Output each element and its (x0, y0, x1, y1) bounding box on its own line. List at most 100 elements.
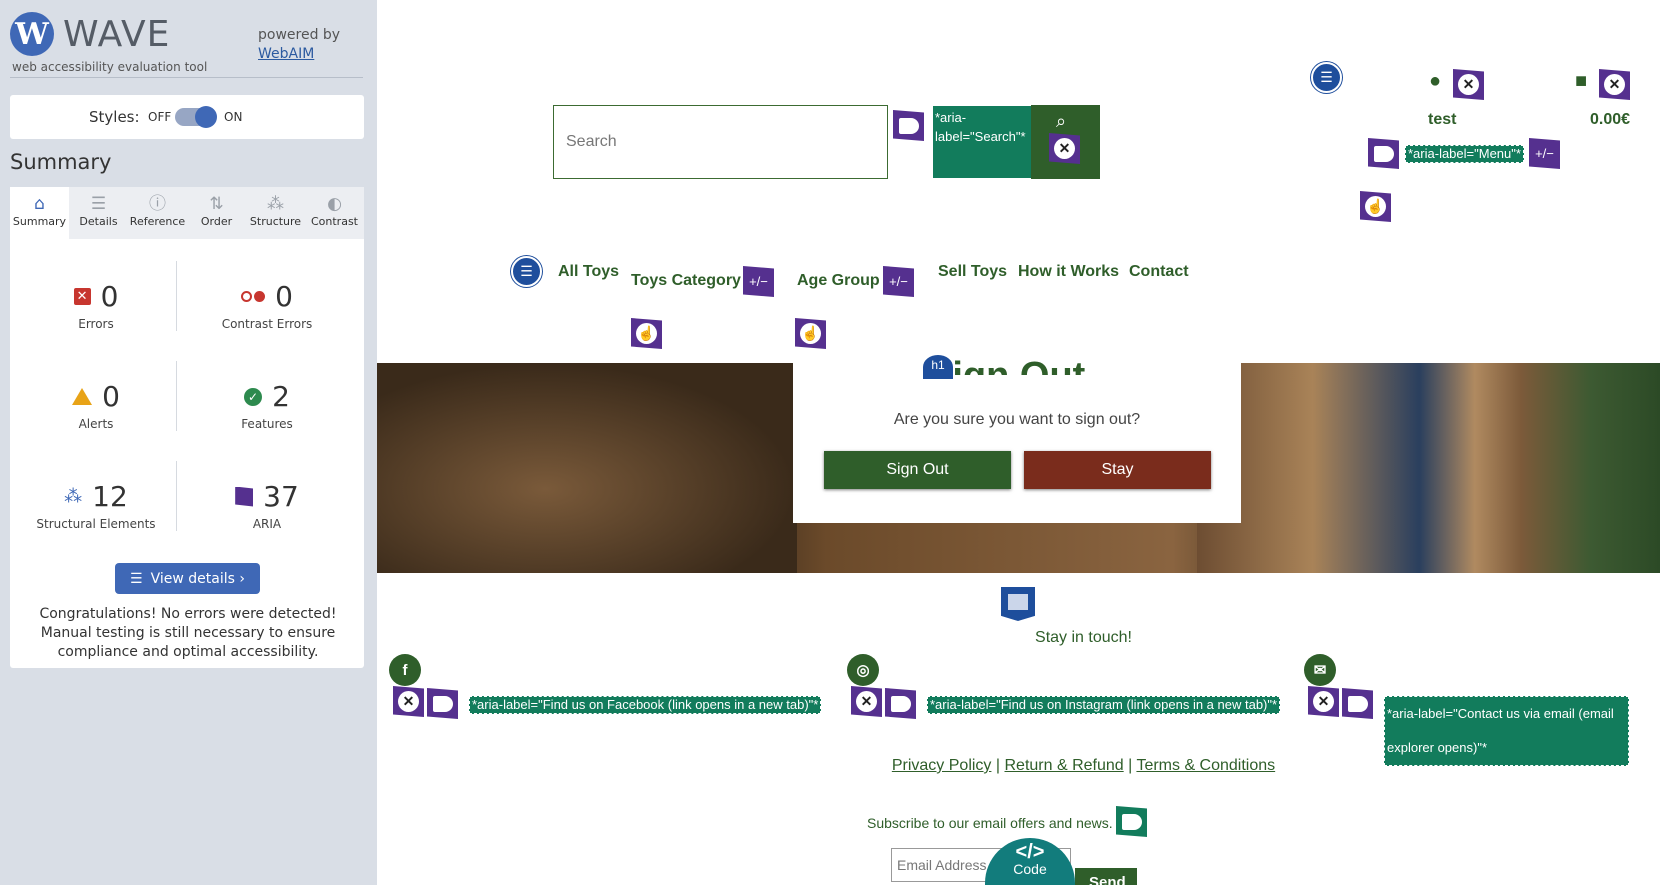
user-icon[interactable]: ● (1429, 70, 1441, 93)
powered-by-label: powered by (258, 27, 341, 43)
label-tag-icon[interactable] (1116, 806, 1147, 837)
aria-hidden-icon[interactable]: ✕ (1453, 69, 1484, 100)
view-details-button[interactable]: ☰ View details › (115, 563, 260, 594)
aria-label-tag-icon[interactable] (885, 688, 916, 719)
stay-button[interactable]: Stay (1024, 451, 1211, 489)
stat-aria[interactable]: 37 ARIA (187, 480, 347, 531)
home-icon: ⌂ (34, 194, 45, 214)
stat-label: Structural Elements (36, 517, 156, 531)
privacy-policy-link[interactable]: Privacy Policy (892, 757, 992, 774)
styles-off-label: OFF (148, 110, 172, 124)
tab-reference[interactable]: ⓘ Reference (128, 187, 187, 239)
sign-out-button[interactable]: Sign Out (824, 451, 1011, 489)
aria-hidden-icon[interactable]: ✕ (851, 686, 882, 717)
aria-label-email: *aria-label="Contact us via email (email… (1384, 696, 1629, 766)
tab-details[interactable]: ☰ Details (69, 187, 128, 239)
h1-icon[interactable]: h1 (923, 355, 953, 379)
styles-toggle[interactable] (175, 106, 217, 128)
tab-summary[interactable]: ⌂ Summary (10, 187, 69, 239)
footer-region-icon[interactable] (1001, 587, 1035, 621)
stat-value: 0 (100, 280, 119, 313)
webaim-link[interactable]: WebAIM (258, 45, 340, 64)
styles-label: Styles: (89, 108, 140, 126)
hero-blur-right (1197, 363, 1660, 573)
stat-contrast-errors[interactable]: 0 Contrast Errors (187, 280, 347, 331)
nav-age-group[interactable]: Age Group (797, 272, 880, 290)
instagram-icon[interactable]: ◎ (847, 654, 879, 686)
separator: | (1128, 757, 1133, 774)
summary-panel: ⌂ Summary ☰ Details ⓘ Reference ⇅ Order ⁂ Str… (10, 187, 364, 668)
aria-hidden-icon[interactable]: ✕ (1308, 686, 1339, 717)
analyzed-page: Search *aria-label="Search"* ⌕ ✕ ☰ ● ✕ t… (377, 0, 1660, 885)
tab-label: Details (79, 215, 118, 228)
terms-link[interactable]: Terms & Conditions (1136, 757, 1275, 774)
stat-label: ARIA (252, 517, 282, 531)
aria-icon (235, 486, 254, 507)
list-icon: ☰ (90, 194, 107, 214)
styles-toggle-box: Styles: OFF ON (10, 95, 364, 139)
search-input[interactable]: Search (553, 105, 888, 179)
wave-logo-text[interactable]: WAVE (63, 14, 170, 55)
stat-label: Alerts (78, 417, 114, 431)
cart-icon[interactable]: ■ (1575, 70, 1587, 93)
search-icon: ⌕ (1056, 111, 1067, 131)
aria-expanded-icon[interactable]: +/− (1529, 138, 1560, 169)
nav-all-toys[interactable]: All Toys (558, 263, 619, 281)
structure-icon: ⁂ (64, 486, 83, 507)
stat-value: 0 (275, 280, 293, 313)
footer-links: Privacy Policy | Return & Refund | Terms… (377, 757, 1660, 775)
stat-label: Contrast Errors (221, 317, 313, 331)
toggle-knob[interactable] (195, 106, 217, 128)
view-details-label: View details › (150, 570, 245, 587)
stat-structural[interactable]: ⁂ 12 Structural Elements (16, 480, 176, 531)
aria-expanded-icon[interactable]: +/− (743, 266, 774, 297)
aria-tabindex-icon[interactable]: ☝ (795, 318, 826, 349)
user-name[interactable]: test (1428, 111, 1456, 129)
aria-label-menu: *aria-label="Menu"* (1405, 145, 1524, 163)
aria-hidden-icon[interactable]: ✕ (1049, 133, 1080, 164)
email-icon[interactable]: ✉ (1304, 654, 1336, 686)
aria-label-tag-icon[interactable] (427, 688, 458, 719)
list-icon[interactable]: ☰ (511, 256, 542, 287)
tab-label: Structure (249, 215, 302, 228)
tab-structure[interactable]: ⁂ Structure (246, 187, 305, 239)
tab-order[interactable]: ⇅ Order (187, 187, 246, 239)
nav-contact[interactable]: Contact (1129, 263, 1189, 281)
wave-sidebar: W WAVE web accessibility evaluation tool… (0, 0, 377, 885)
nav-toys-category[interactable]: Toys Category (631, 272, 741, 290)
wave-logo-icon[interactable]: W (10, 12, 54, 56)
powered-by: powered by WebAIM (258, 26, 340, 64)
alert-icon (72, 388, 93, 405)
aria-label-tag-icon[interactable] (1342, 688, 1373, 719)
search-button[interactable]: ⌕ ✕ (1031, 105, 1100, 179)
code-toggle-button[interactable]: </> Code (985, 838, 1075, 885)
list-icon[interactable]: ☰ (1311, 62, 1342, 93)
stat-value: 0 (102, 380, 120, 413)
cart-total[interactable]: 0.00€ (1590, 111, 1630, 129)
wave-tabs: ⌂ Summary ☰ Details ⓘ Reference ⇅ Order ⁂ Str… (10, 187, 364, 239)
return-refund-link[interactable]: Return & Refund (1004, 757, 1123, 774)
nav-how-it-works[interactable]: How it Works (1018, 263, 1119, 281)
subscribe-text: Subscribe to our email offers and news. (867, 815, 1113, 831)
aria-label-tag-icon[interactable] (1368, 138, 1399, 169)
nav-sell-toys[interactable]: Sell Toys (938, 263, 1007, 281)
aria-hidden-icon[interactable]: ✕ (1599, 69, 1630, 100)
send-button[interactable]: Send (1075, 868, 1137, 885)
facebook-icon[interactable]: f (389, 654, 421, 686)
aria-tabindex-icon[interactable]: ☝ (631, 318, 662, 349)
tab-label: Summary (12, 215, 67, 228)
tab-contrast[interactable]: ◐ Contrast (305, 187, 364, 239)
stat-features[interactable]: ✓ 2 Features (187, 380, 347, 431)
aria-hidden-icon[interactable]: ✕ (393, 686, 424, 717)
stat-errors[interactable]: ✕ 0 Errors (16, 280, 176, 331)
aria-expanded-icon[interactable]: +/− (883, 266, 914, 297)
aria-tabindex-icon[interactable]: ☝ (1360, 191, 1391, 222)
divider (176, 361, 177, 431)
feature-check-icon: ✓ (244, 387, 263, 406)
stat-value: 2 (272, 380, 290, 413)
summary-heading: Summary (10, 150, 112, 174)
stat-alerts[interactable]: 0 Alerts (16, 380, 176, 431)
info-icon: ⓘ (149, 194, 166, 214)
list-icon: ☰ (130, 570, 143, 587)
aria-label-tag-icon[interactable] (893, 110, 924, 141)
